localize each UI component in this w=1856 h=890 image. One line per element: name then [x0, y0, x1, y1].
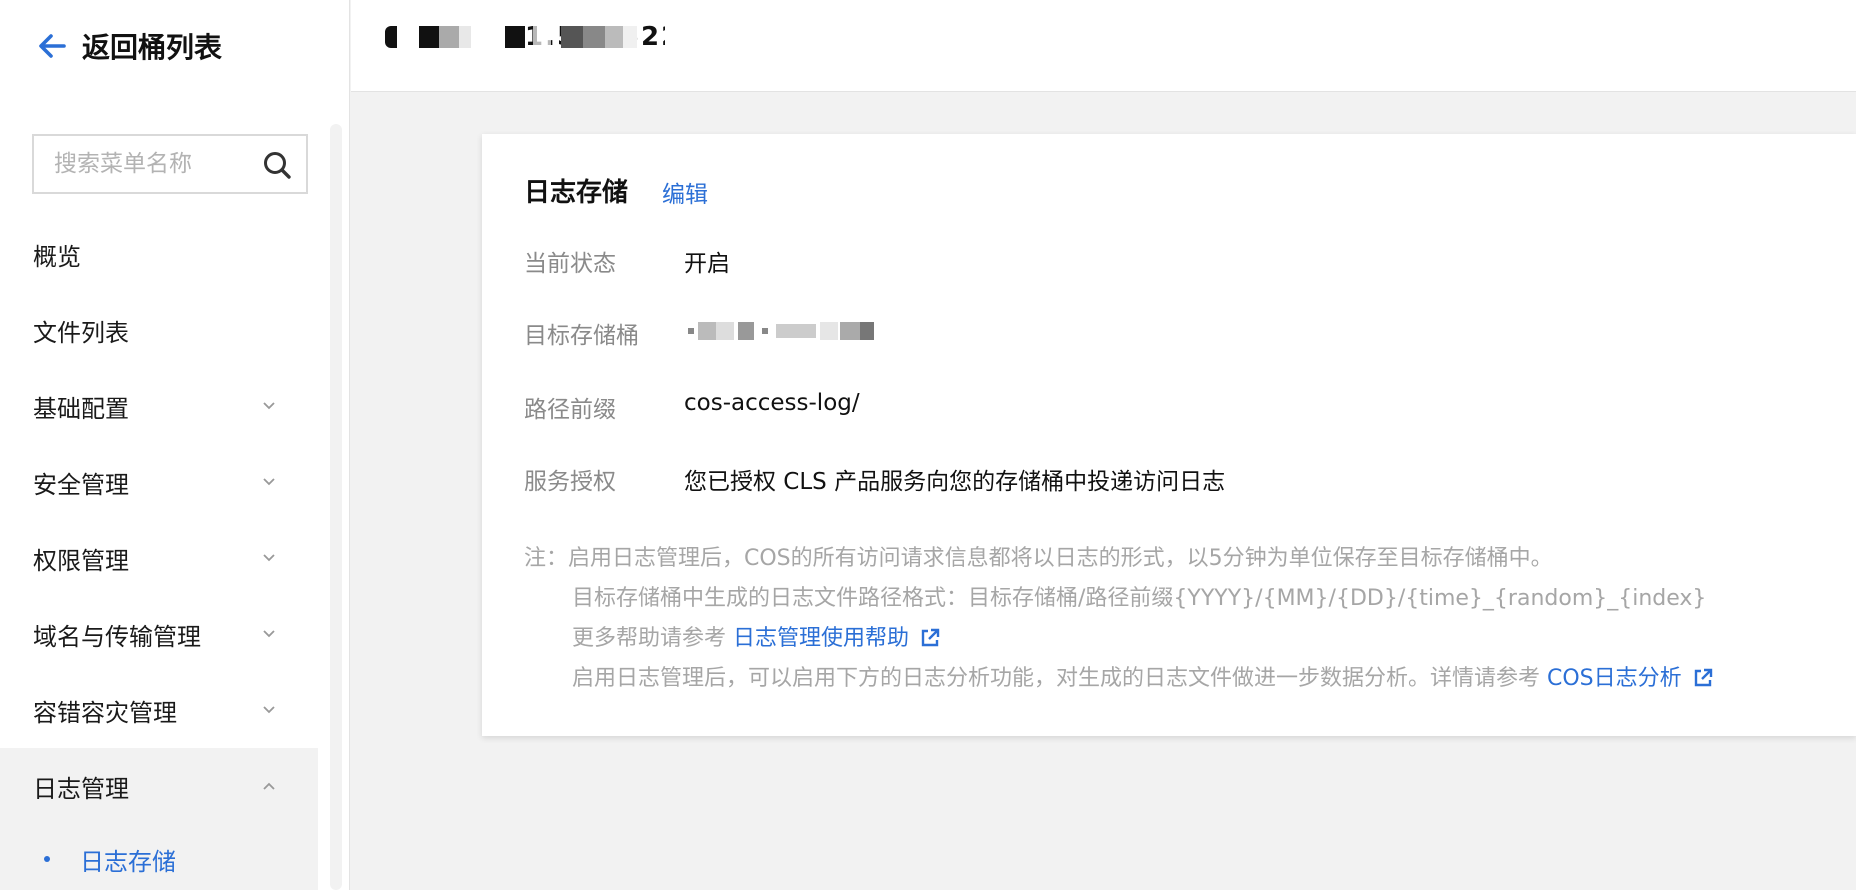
sidebar-item-label: 权限管理 [33, 546, 129, 575]
back-to-bucket-list-link[interactable]: 返回桶列表 [36, 26, 222, 66]
chevron-down-icon [263, 554, 275, 562]
target-bucket-label: 目标存储桶 [524, 323, 639, 349]
sidebar-item-permissions[interactable]: 权限管理 [0, 520, 318, 596]
status-label: 当前状态 [524, 251, 616, 277]
chevron-down-icon [263, 706, 275, 714]
sidebar-item-basic-config[interactable]: 基础配置 [0, 368, 318, 444]
sidebar-item-domain-transfer[interactable]: 域名与传输管理 [0, 596, 318, 672]
sidebar-item-label: 容错容灾管理 [33, 698, 177, 727]
status-value: 开启 [684, 251, 730, 277]
cos-log-analysis-link[interactable]: COS日志分析 [1547, 666, 1682, 691]
sidebar-item-file-list[interactable]: 文件列表 [0, 292, 318, 368]
sidebar-item-label: 日志管理 [33, 774, 129, 803]
sidebar-item-label: 基础配置 [33, 394, 129, 423]
sidebar-item-security[interactable]: 安全管理 [0, 444, 318, 520]
log-storage-card: 日志存储 编辑 当前状态 开启 目标存储桶 路径前缀 cos-access-lo… [482, 134, 1856, 736]
sidebar-subitem-label: 日志存储 [80, 847, 176, 876]
sidebar-item-overview[interactable]: 概览 [0, 216, 318, 292]
sidebar-item-label: 安全管理 [33, 470, 129, 499]
header: 1.5.1.52259 [351, 0, 1856, 92]
note-line-1: 注：启用日志管理后，COS的所有访问请求信息都将以日志的形式，以5分钟为单位保存… [524, 546, 1553, 571]
chevron-down-icon [263, 630, 275, 638]
service-auth-label: 服务授权 [524, 469, 616, 495]
log-management-help-link[interactable]: 日志管理使用帮助 [733, 626, 909, 651]
sidebar-menu: 概览 文件列表 基础配置 安全管理 权限管理 域名与传输管理 容错容灾管理 日志… [0, 216, 318, 890]
menu-search [32, 134, 308, 194]
note-line-4-text: 启用日志管理后，可以启用下方的日志分析功能，对生成的日志文件做进一步数据分析。详… [572, 666, 1547, 691]
sidebar: 返回桶列表 概览 文件列表 基础配置 安全管理 权限管理 域名与传输管理 [0, 0, 350, 890]
service-auth-value: 您已授权 CLS 产品服务向您的存储桶中投递访问日志 [684, 469, 1226, 495]
chevron-down-icon [263, 478, 275, 486]
back-label: 返回桶列表 [82, 31, 223, 64]
path-prefix-value: cos-access-log/ [684, 390, 860, 416]
target-bucket-value-masked [684, 316, 914, 346]
note-line-3-text: 更多帮助请参考 [572, 626, 733, 651]
note-line-3: 更多帮助请参考 日志管理使用帮助 [572, 620, 941, 652]
note-line-4: 启用日志管理后，可以启用下方的日志分析功能，对生成的日志文件做进一步数据分析。详… [572, 660, 1714, 692]
external-link-icon[interactable] [1692, 667, 1714, 689]
edit-link[interactable]: 编辑 [662, 175, 708, 209]
note-line-2: 目标存储桶中生成的日志文件路径格式：目标存储桶/路径前缀{YYYY}/{MM}/… [572, 586, 1707, 611]
bucket-name: 1.5.1.52259 [385, 24, 665, 54]
active-dot [44, 856, 50, 862]
arrow-left-icon [39, 34, 66, 58]
card-title: 日志存储 [524, 178, 629, 208]
sidebar-item-log-management[interactable]: 日志管理 [0, 748, 318, 824]
sidebar-item-label: 概览 [33, 242, 81, 271]
path-prefix-label: 路径前缀 [524, 397, 616, 423]
menu-search-input[interactable] [34, 136, 254, 192]
chevron-down-icon [263, 402, 275, 410]
sidebar-item-label: 域名与传输管理 [33, 622, 201, 651]
sidebar-item-label: 文件列表 [33, 318, 129, 347]
chevron-up-icon [263, 782, 275, 790]
sidebar-item-fault-tolerance[interactable]: 容错容灾管理 [0, 672, 318, 748]
external-link-icon[interactable] [919, 627, 941, 649]
sidebar-scrollbar[interactable] [330, 124, 342, 890]
sidebar-subitem-log-storage[interactable]: 日志存储 [0, 824, 318, 890]
search-icon[interactable] [262, 150, 292, 180]
